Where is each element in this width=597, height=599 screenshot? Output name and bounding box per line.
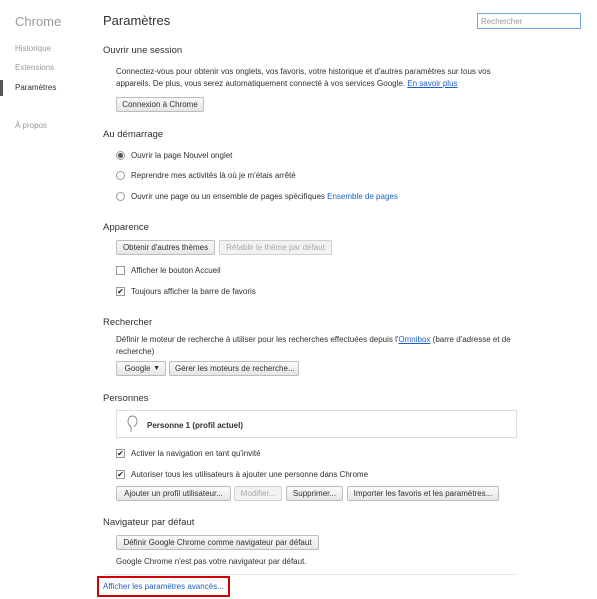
get-themes-button[interactable]: Obtenir d'autres thèmes: [116, 240, 215, 255]
show-bookmarks-checkbox[interactable]: ✔: [116, 287, 125, 296]
signin-text-line2-body: appareils. De plus, vous serez automatiq…: [116, 79, 406, 88]
section-title-signin: Ouvrir une session: [103, 45, 183, 56]
sidebar-active-indicator: [0, 80, 3, 96]
search-text-line1: Définir le moteur de recherche à utilise…: [116, 334, 511, 346]
search-text-line2: recherche): [116, 347, 155, 356]
profile-name: Personne 1 (profil actuel): [147, 421, 244, 430]
search-text-suffix: (barre d'adresse et de: [430, 335, 511, 344]
search-engine-value: Google: [124, 364, 151, 373]
delete-profile-button[interactable]: Supprimer...: [286, 486, 343, 501]
radio-specific[interactable]: [116, 192, 125, 201]
dropdown-arrow-icon: ▼: [153, 365, 160, 372]
omnibox-link[interactable]: Omnibox: [398, 335, 430, 344]
sidebar-item-settings[interactable]: Paramètres: [15, 83, 56, 92]
show-advanced-settings-link[interactable]: Afficher les paramètres avancés...: [103, 582, 224, 591]
page-title: Paramètres: [103, 13, 171, 28]
signin-button[interactable]: Connexion à Chrome: [116, 97, 204, 112]
show-bookmarks-option[interactable]: ✔ Toujours afficher la barre de favoris: [116, 287, 256, 296]
guest-browsing-label: Activer la navigation en tant qu'invité: [131, 449, 261, 458]
sidebar-title: Chrome: [15, 14, 62, 29]
section-title-default-browser: Navigateur par défaut: [103, 517, 195, 528]
search-text-prefix: Définir le moteur de recherche à utilise…: [116, 335, 399, 344]
search-description: Définir le moteur de recherche à utilise…: [116, 334, 511, 358]
section-title-people: Personnes: [103, 393, 149, 404]
show-home-option[interactable]: Afficher le bouton Accueil: [116, 266, 221, 275]
reset-theme-button[interactable]: Rétablir le thème par défaut: [219, 240, 332, 255]
divider: [103, 574, 517, 575]
section-title-startup: Au démarrage: [103, 129, 164, 140]
radio-newtab[interactable]: [116, 151, 125, 160]
allow-add-person-option[interactable]: ✔ Autoriser tous les utilisateurs à ajou…: [116, 470, 368, 479]
section-title-appearance: Apparence: [103, 222, 149, 233]
signin-text-line2: appareils. De plus, vous serez automatiq…: [116, 78, 491, 90]
startup-option-newtab[interactable]: Ouvrir la page Nouvel onglet: [116, 151, 232, 160]
profile-list[interactable]: Personne 1 (profil actuel): [116, 410, 517, 438]
show-bookmarks-label: Toujours afficher la barre de favoris: [131, 287, 256, 296]
import-bookmarks-button[interactable]: Importer les favoris et les paramètres..…: [347, 486, 499, 501]
learn-more-link[interactable]: En savoir plus: [407, 79, 457, 88]
search-input[interactable]: [477, 13, 581, 29]
radio-continue[interactable]: [116, 171, 125, 180]
signin-text-line1: Connectez-vous pour obtenir vos onglets,…: [116, 67, 491, 76]
show-home-checkbox[interactable]: [116, 266, 125, 275]
startup-option-specific-text: Ouvrir une page ou un ensemble de pages …: [131, 192, 325, 201]
startup-option-specific[interactable]: Ouvrir une page ou un ensemble de pages …: [116, 192, 398, 201]
manage-search-engines-button[interactable]: Gérer les moteurs de recherche...: [169, 361, 299, 376]
startup-option-newtab-label: Ouvrir la page Nouvel onglet: [131, 151, 233, 160]
signin-description: Connectez-vous pour obtenir vos onglets,…: [116, 66, 491, 90]
startup-option-continue-label: Reprendre mes activités là où je m'étais…: [131, 171, 296, 180]
guest-browsing-option[interactable]: ✔ Activer la navigation en tant qu'invit…: [116, 449, 261, 458]
allow-add-person-checkbox[interactable]: ✔: [116, 470, 125, 479]
guest-browsing-checkbox[interactable]: ✔: [116, 449, 125, 458]
default-browser-status: Google Chrome n'est pas votre navigateur…: [116, 557, 307, 566]
allow-add-person-label: Autoriser tous les utilisateurs à ajoute…: [131, 470, 369, 479]
sidebar-item-about[interactable]: À propos: [15, 121, 47, 130]
edit-profile-button[interactable]: Modifier...: [234, 486, 282, 501]
show-home-label: Afficher le bouton Accueil: [131, 266, 221, 275]
startup-option-specific-label: Ouvrir une page ou un ensemble de pages …: [131, 192, 398, 201]
startup-option-continue[interactable]: Reprendre mes activités là où je m'étais…: [116, 171, 296, 180]
sidebar-item-history[interactable]: Historique: [15, 44, 51, 53]
profile-avatar-icon: [127, 415, 138, 432]
search-engine-dropdown[interactable]: Google ▼: [116, 361, 166, 376]
set-pages-link[interactable]: Ensemble de pages: [327, 192, 398, 201]
add-profile-button[interactable]: Ajouter un profil utilisateur...: [116, 486, 231, 501]
set-default-browser-button[interactable]: Définir Google Chrome comme navigateur p…: [116, 535, 319, 550]
section-title-search: Rechercher: [103, 317, 153, 328]
sidebar-item-extensions[interactable]: Extensions: [15, 63, 54, 72]
